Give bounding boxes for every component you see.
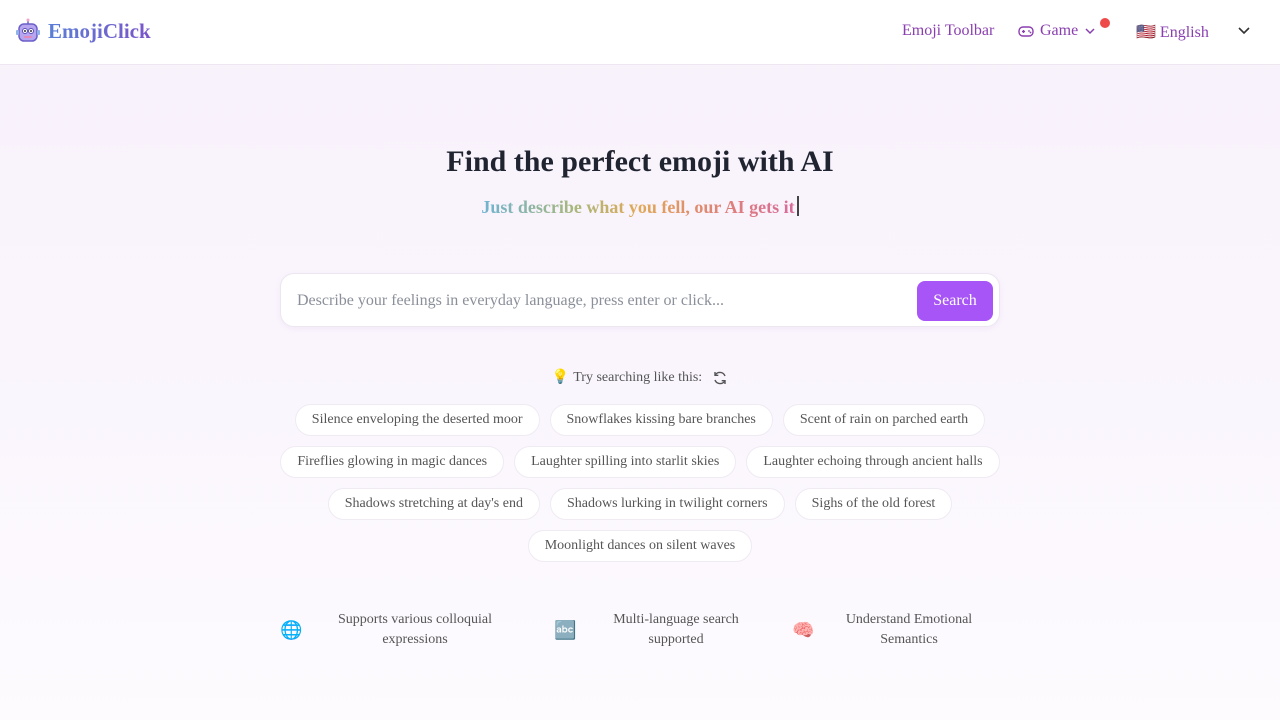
search-input[interactable] [297, 288, 897, 314]
hero-subtitle: Just describe what you fell, our AI gets… [0, 196, 1280, 218]
suggestion-chip[interactable]: Laughter spilling into starlit skies [514, 446, 737, 478]
chip-row: Moonlight dances on silent waves [0, 530, 1280, 562]
feature-item: 🌐 Supports various colloquial expression… [280, 610, 510, 650]
suggestion-chip[interactable]: Scent of rain on parched earth [782, 404, 986, 436]
suggestions-header: 💡 Try searching like this: [0, 369, 1280, 386]
chevron-down-icon [1085, 28, 1095, 35]
search-bar: Search [280, 273, 1000, 327]
gamepad-icon [1018, 26, 1034, 37]
suggestion-chip[interactable]: Shadows stretching at day's end [327, 488, 540, 520]
nav-game-dropdown[interactable]: Game [1018, 22, 1102, 40]
brand-name: EmojiClick [48, 18, 151, 43]
feature-text: Supports various colloquial expressions [338, 612, 492, 647]
lightbulb-icon: 💡 [551, 370, 570, 385]
suggestion-chip[interactable]: Fireflies glowing in magic dances [280, 446, 505, 478]
feature-text: Understand Emotional Semantics [845, 612, 973, 647]
globe-icon: 🌐 [280, 619, 303, 640]
text-cursor [796, 196, 799, 216]
suggestions-label: Try searching like this: [573, 369, 703, 385]
suggestion-chips: Silence enveloping the deserted moor Sno… [0, 404, 1280, 572]
brain-icon: 🧠 [792, 619, 815, 640]
language-selector[interactable]: 🇺🇸 English [1136, 22, 1209, 42]
refresh-icon[interactable] [712, 370, 728, 386]
suggestion-chip[interactable]: Silence enveloping the deserted moor [294, 404, 540, 436]
suggestion-chip[interactable]: Sighs of the old forest [794, 488, 953, 520]
notification-dot [1100, 18, 1110, 28]
brand-logo[interactable]: EmojiClick [16, 18, 151, 44]
suggestion-chip[interactable]: Moonlight dances on silent waves [527, 530, 753, 562]
robot-icon [16, 18, 40, 42]
suggestion-chip[interactable]: Snowflakes kissing bare branches [549, 404, 773, 436]
abc-icon: 🔤 [554, 619, 577, 640]
feature-text: Multi-language search supported [613, 612, 739, 647]
suggestion-chip[interactable]: Shadows lurking in twilight corners [549, 488, 785, 520]
page-title: Find the perfect emoji with AI [446, 145, 834, 178]
feature-item: 🧠 Understand Emotional Semantics [792, 610, 984, 650]
chip-row: Silence enveloping the deserted moor Sno… [0, 404, 1280, 436]
search-button[interactable]: Search [917, 281, 993, 321]
nav-game-label: Game [1040, 22, 1079, 39]
nav-emoji-toolbar[interactable]: Emoji Toolbar [902, 22, 994, 40]
suggestion-chip[interactable]: Laughter echoing through ancient halls [746, 446, 1000, 478]
typing-text: Just describe what you fell, our AI gets… [481, 197, 795, 217]
chip-row: Fireflies glowing in magic dances Laught… [0, 446, 1280, 478]
top-navbar: EmojiClick Emoji Toolbar Game 🇺🇸 English [0, 0, 1280, 65]
chip-row: Shadows stretching at day's end Shadows … [0, 488, 1280, 520]
feature-item: 🔤 Multi-language search supported [554, 610, 756, 650]
chevron-down-icon[interactable] [1237, 26, 1251, 36]
